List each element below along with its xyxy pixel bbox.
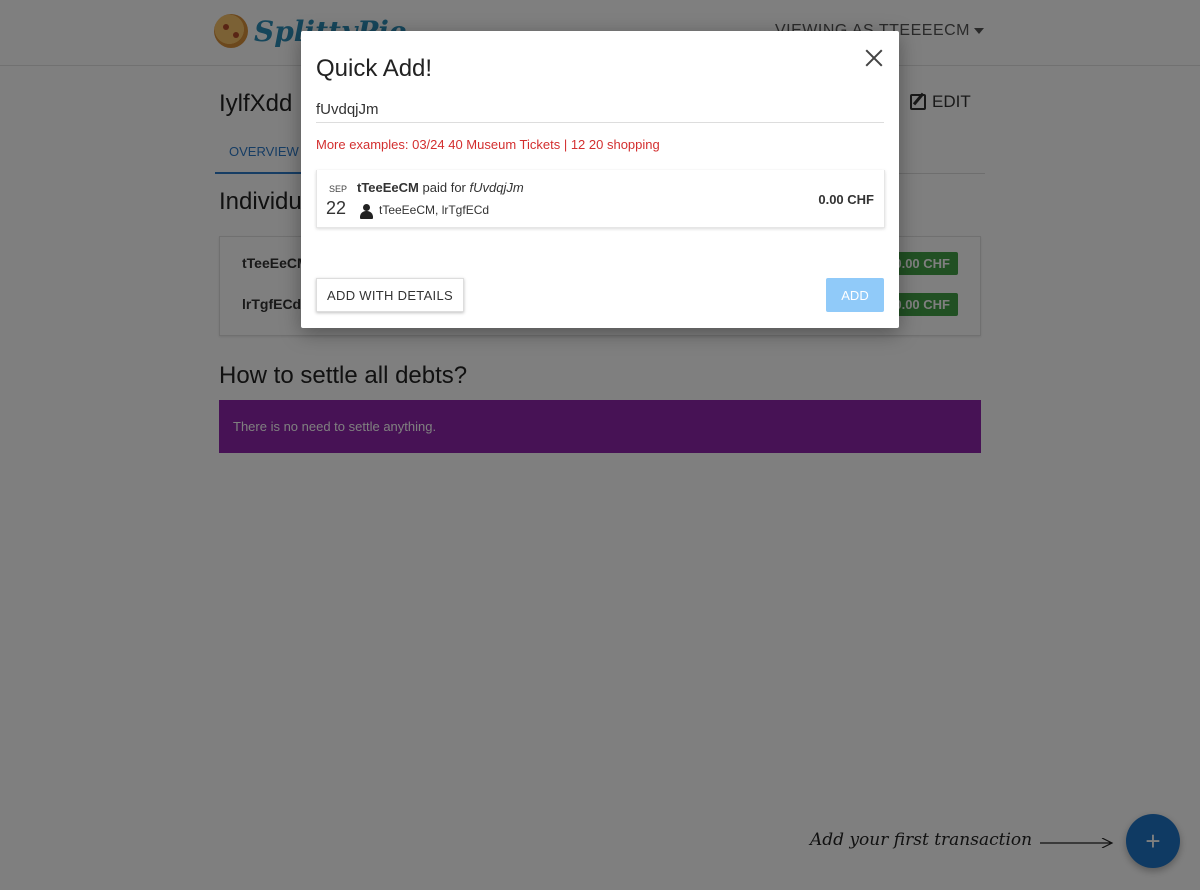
preview-description: fUvdqjJm: [469, 180, 524, 195]
examples-hint: More examples: 03/24 40 Museum Tickets |…: [316, 137, 660, 152]
preview-amount: 0.00 CHF: [818, 192, 874, 207]
preview-paid-for: paid for: [422, 180, 466, 195]
preview-payer: tTeeEeCM: [357, 180, 419, 195]
quick-add-input[interactable]: [316, 97, 884, 123]
quick-add-modal: Quick Add! More examples: 03/24 40 Museu…: [301, 31, 899, 328]
preview-participants: tTeeEeCM, lrTgfECd: [379, 203, 490, 217]
add-with-details-button[interactable]: ADD WITH DETAILS: [316, 278, 464, 312]
modal-title: Quick Add!: [316, 55, 433, 82]
person-icon: [359, 204, 373, 219]
add-button[interactable]: ADD: [826, 278, 884, 312]
transaction-preview: SEP 22 tTeeEeCM paid for fUvdqjJm tTeeEe…: [316, 170, 885, 228]
preview-month: SEP: [329, 184, 348, 194]
preview-day: 22: [326, 198, 347, 218]
preview-payer-line: tTeeEeCM paid for fUvdqjJm: [357, 180, 524, 195]
close-icon[interactable]: [865, 49, 883, 67]
